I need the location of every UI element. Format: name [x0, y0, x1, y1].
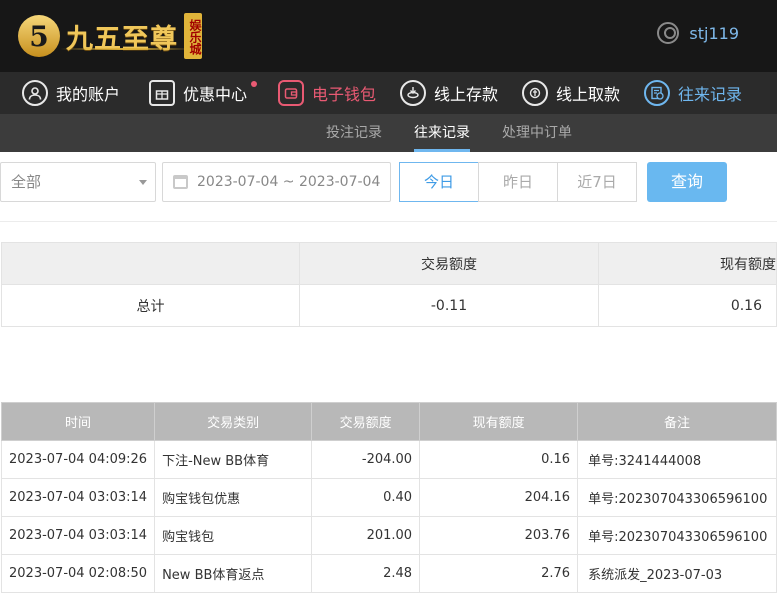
cell-type: 购宝钱包 [154, 516, 313, 555]
user-icon [22, 80, 48, 106]
user-menu[interactable]: stj119 [657, 22, 739, 44]
main-nav: 我的账户 优惠中心 电子钱包 线上存款 线上取款 往来记录 [0, 72, 777, 114]
table-header-row: 时间 交易类别 交易额度 现有额度 备注 [0, 402, 777, 441]
tab-bet-records[interactable]: 投注记录 [326, 114, 382, 152]
deposit-icon [400, 80, 426, 106]
withdraw-icon [522, 80, 548, 106]
yesterday-button[interactable]: 昨日 [478, 162, 558, 202]
table-row: 2023-07-04 03:03:14 购宝钱包优惠 0.40 204.16 单… [0, 478, 777, 517]
col-header-type: 交易类别 [154, 402, 313, 441]
nav-my-account[interactable]: 我的账户 [22, 72, 120, 114]
cell-type: New BB体育返点 [154, 554, 313, 593]
divider [0, 221, 777, 222]
nav-label: 线上存款 [434, 85, 499, 104]
calendar-icon [173, 175, 188, 189]
transactions-table: 时间 交易类别 交易额度 现有额度 备注 2023-07-04 04:09:26… [0, 402, 777, 593]
cell-note: 单号:202307043306596100 [577, 516, 777, 555]
date-range-value: 2023-07-04 ~ 2023-07-04 [197, 174, 381, 190]
cell-time: 2023-07-04 04:09:26 [0, 440, 156, 479]
type-select[interactable]: 全部 [0, 162, 156, 202]
summary-total-amount: -0.11 [299, 284, 599, 327]
logo-mark: 5 [18, 15, 60, 57]
table-row: 2023-07-04 04:09:26 下注-New BB体育 -204.00 … [0, 440, 777, 479]
nav-label: 往来记录 [678, 85, 743, 104]
nav-label: 线上取款 [556, 85, 621, 104]
cell-note: 单号:3241444008 [577, 440, 777, 479]
wallet-icon [278, 80, 304, 106]
query-button[interactable]: 查询 [647, 162, 727, 202]
username: stj119 [689, 23, 739, 43]
cell-amount: 0.40 [311, 478, 421, 517]
cell-balance: 204.16 [419, 478, 579, 517]
nav-promotions[interactable]: 优惠中心 [149, 72, 258, 114]
summary-header-amount: 交易额度 [299, 242, 599, 285]
cell-type: 下注-New BB体育 [154, 440, 313, 479]
cell-balance: 203.76 [419, 516, 579, 555]
cell-amount: 201.00 [311, 516, 421, 555]
logo-badge: 娱乐城 [184, 13, 202, 59]
logo[interactable]: 5 九五至尊 娱乐城 [18, 8, 202, 64]
nav-online-deposit[interactable]: 线上存款 [400, 72, 498, 114]
col-header-time: 时间 [0, 402, 156, 441]
cell-type: 购宝钱包优惠 [154, 478, 313, 517]
nav-e-wallet[interactable]: 电子钱包 [278, 72, 376, 114]
nav-label: 我的账户 [56, 85, 121, 104]
sub-nav: 投注记录 往来记录 处理中订单 [0, 114, 777, 152]
nav-online-withdraw[interactable]: 线上取款 [522, 72, 620, 114]
cell-amount: -204.00 [311, 440, 421, 479]
logo-underline [60, 48, 192, 50]
cell-note: 系统派发_2023-07-03 [577, 554, 777, 593]
summary-total-row: 总计 -0.11 0.16 [1, 284, 777, 327]
records-icon [644, 80, 670, 106]
col-header-balance: 现有额度 [419, 402, 579, 441]
last-7-days-button[interactable]: 近7日 [557, 162, 637, 202]
cell-amount: 2.48 [311, 554, 421, 593]
date-range-input[interactable]: 2023-07-04 ~ 2023-07-04 [162, 162, 391, 202]
gift-icon [149, 80, 175, 106]
tab-pending-orders[interactable]: 处理中订单 [502, 114, 572, 152]
summary-total-balance: 0.16 [598, 284, 777, 327]
col-header-note: 备注 [577, 402, 777, 441]
notification-dot [251, 81, 258, 87]
cell-note: 单号:202307043306596100 [577, 478, 777, 517]
top-header: 5 九五至尊 娱乐城 stj119 [0, 0, 777, 72]
table-row: 2023-07-04 03:03:14 购宝钱包 201.00 203.76 单… [0, 516, 777, 555]
today-button[interactable]: 今日 [399, 162, 479, 202]
nav-label: 优惠中心 [183, 85, 248, 104]
cell-time: 2023-07-04 02:08:50 [0, 554, 156, 593]
type-select-value: 全部 [11, 173, 42, 191]
summary-table: 交易额度 现有额度 总计 -0.11 0.16 [1, 242, 777, 327]
nav-label: 电子钱包 [312, 85, 377, 104]
chevron-down-icon [139, 180, 147, 185]
cell-balance: 2.76 [419, 554, 579, 593]
summary-header-row: 交易额度 现有额度 [1, 242, 777, 285]
cell-time: 2023-07-04 03:03:14 [0, 516, 156, 555]
user-avatar-icon [657, 22, 680, 44]
summary-header-balance: 现有额度 [598, 242, 777, 285]
table-row: 2023-07-04 02:08:50 New BB体育返点 2.48 2.76… [0, 554, 777, 593]
nav-transaction-records[interactable]: 往来记录 [644, 72, 742, 114]
cell-time: 2023-07-04 03:03:14 [0, 478, 156, 517]
tab-transaction-records[interactable]: 往来记录 [414, 114, 470, 152]
summary-total-label: 总计 [1, 284, 300, 327]
cell-balance: 0.16 [419, 440, 579, 479]
summary-header-empty [1, 242, 300, 285]
col-header-amount: 交易额度 [311, 402, 421, 441]
